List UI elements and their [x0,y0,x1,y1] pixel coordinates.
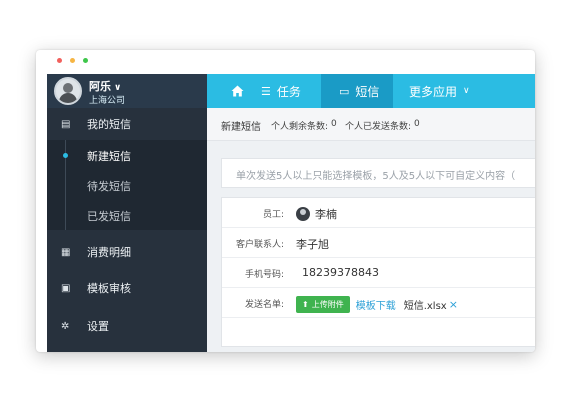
active-dot-icon [63,153,68,158]
sidebar-item-settings[interactable]: ✲ 设置 [47,308,207,344]
sidebar-subitem-new-sms[interactable]: 新建短信 [47,140,207,170]
sidebar-item-consumption[interactable]: ▦ 消费明细 [47,234,207,270]
avatar [296,207,310,221]
remaining-count-value: 0 [331,119,337,129]
sidebar-item-label: 设置 [87,320,109,333]
file-name: 短信.xlsx [403,301,447,312]
sidebar-item-label: 消费明细 [87,246,131,259]
sms-app: 阿乐 ∨ 上海公司 ☰ 任务 ▭ 短信 更多应用 ∨ ▤ 我的短信 新建短信 待… [47,74,535,352]
window-controls [57,58,88,63]
document-icon: ▣ [61,282,71,294]
nav-sms[interactable]: ▭ 短信 [321,74,393,108]
nav-home[interactable] [217,74,257,108]
send-list-row: 发送名单: ⬆ 上传附件 模板下载 短信.xlsx × [222,288,535,318]
user-name: 阿乐 [89,80,111,93]
table-icon: ▦ [61,246,71,258]
employee-label: 员工: [262,210,284,220]
employee-row: 员工: 李楠 [222,198,535,228]
chevron-down-icon: ∨ [463,86,470,96]
message-icon: ▤ [61,118,71,130]
sidebar-subitem-label: 已发短信 [87,210,131,223]
nav-more-label: 更多应用 [409,84,458,99]
chevron-down-icon: ∨ [114,83,122,93]
contact-row: 客户联系人: 李子旭 [222,228,535,258]
contact-field[interactable]: 李子旭 [296,236,329,252]
sms-form: 员工: 李楠 客户联系人: 李子旭 手机号码: 18239378843 发送名单… [221,197,535,347]
template-download-link[interactable]: 模板下载 [356,297,396,312]
send-list-label: 发送名单: [244,300,284,310]
sidebar-subitem-pending-sms[interactable]: 待发短信 [47,170,207,200]
sent-count-value: 0 [414,119,420,129]
remove-file-icon[interactable]: × [449,298,458,311]
page-title: 新建短信 [221,122,261,133]
top-bar: 阿乐 ∨ 上海公司 ☰ 任务 ▭ 短信 更多应用 ∨ [47,74,535,108]
avatar[interactable] [54,77,82,105]
gear-icon: ✲ [61,320,70,332]
sidebar-subitem-label: 待发短信 [87,180,131,193]
sidebar-item-label: 我的短信 [87,118,131,131]
sidebar-item-my-sms[interactable]: ▤ 我的短信 [47,108,207,140]
sent-count-label: 个人已发送条数: [345,122,412,132]
home-icon [231,85,243,97]
sidebar-subitem-sent-sms[interactable]: 已发短信 [47,200,207,230]
phone-label: 手机号码: [244,270,284,280]
sidebar-item-label: 模板审核 [87,282,131,295]
employee-value: 李楠 [315,208,337,221]
nav-sms-label: 短信 [355,84,380,99]
breadcrumb: 新建短信 个人剩余条数: 0 个人已发送条数: 0 [207,108,535,141]
nav-task[interactable]: ☰ 任务 [261,74,325,108]
upload-label: 上传附件 [311,300,344,309]
send-list-controls: ⬆ 上传附件 模板下载 短信.xlsx × [296,296,458,313]
close-dot[interactable] [57,58,62,63]
upload-button[interactable]: ⬆ 上传附件 [296,296,350,313]
nav-task-label: 任务 [276,84,301,99]
maximize-dot[interactable] [83,58,88,63]
employee-field[interactable]: 李楠 [296,206,337,222]
nav-more-apps[interactable]: 更多应用 ∨ [409,74,489,108]
sidebar-item-template-review[interactable]: ▣ 模板审核 [47,270,207,306]
main-content: 新建短信 个人剩余条数: 0 个人已发送条数: 0 单次发送5人以上只能选择模板… [207,108,535,352]
remaining-count-label: 个人剩余条数: [271,122,329,132]
user-name-menu[interactable]: 阿乐 ∨ [89,78,121,94]
user-profile[interactable]: 阿乐 ∨ 上海公司 [47,74,207,108]
minimize-dot[interactable] [70,58,75,63]
phone-field[interactable]: 18239378843 [302,266,379,279]
list-icon: ☰ [261,84,271,98]
message-icon: ▭ [339,84,350,98]
phone-row: 手机号码: 18239378843 [222,258,535,288]
upload-icon: ⬆ [302,300,309,309]
user-company: 上海公司 [89,96,126,106]
sidebar: ▤ 我的短信 新建短信 待发短信 已发短信 ▦ 消费明细 ▣ 模板审核 ✲ 设置 [47,108,207,352]
sidebar-subitem-label: 新建短信 [87,150,131,163]
contact-label: 客户联系人: [235,240,284,250]
notice-banner: 单次发送5人以上只能选择模板，5人及5人以下可自定义内容（ [221,158,535,188]
